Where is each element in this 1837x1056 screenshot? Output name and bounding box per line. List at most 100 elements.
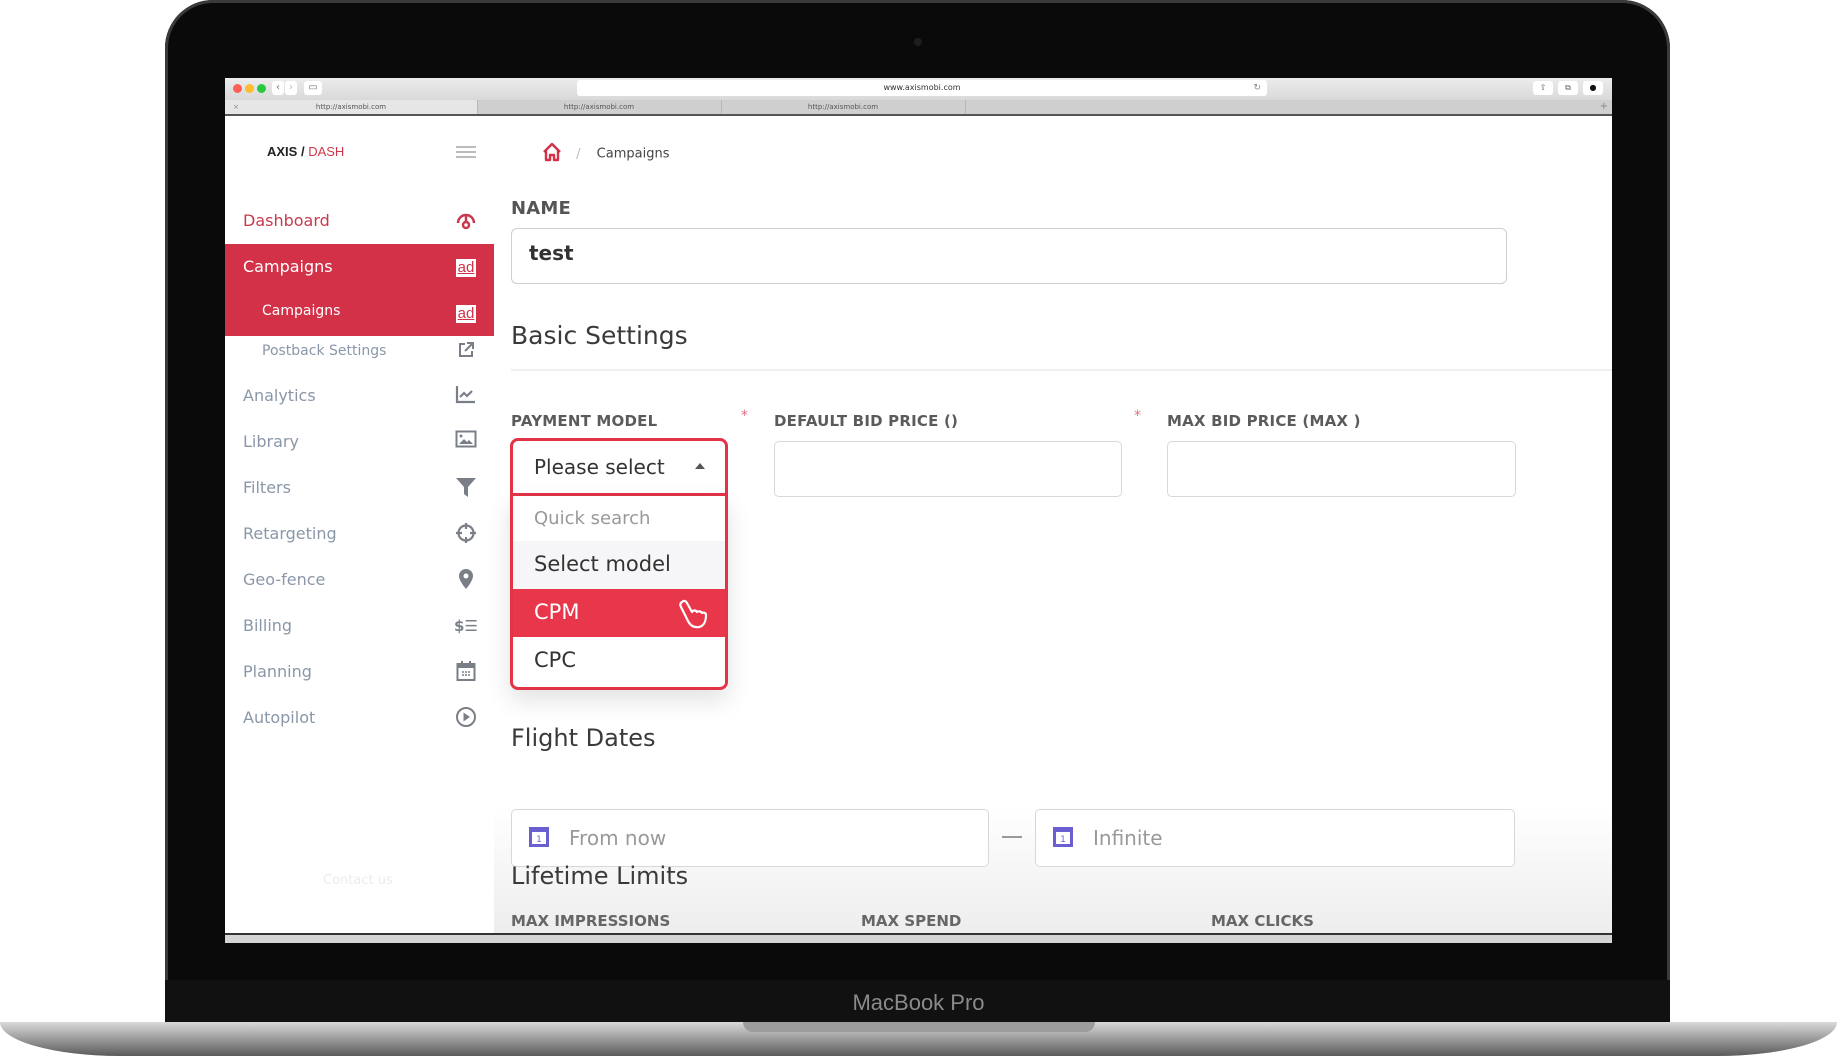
breadcrumb-separator: / (576, 146, 581, 162)
reload-icon[interactable]: ↻ (1253, 80, 1261, 96)
chart-line-icon (454, 384, 478, 408)
group-header-label: Select model (534, 552, 671, 576)
crosshair-icon (454, 522, 478, 546)
lifetime-limits-heading: Lifetime Limits (511, 862, 689, 890)
tabs-overview-icon[interactable]: ⧉ (1558, 81, 1578, 95)
calendar-icon: 1 (529, 827, 549, 847)
sidebar-item-label: Dashboard (243, 211, 330, 230)
dashboard-gauge-icon (454, 209, 478, 233)
sidebar: AXIS / DASH Dashboard Campaigns ad Campa… (225, 116, 494, 943)
sidebar-item-planning[interactable]: Planning (225, 649, 494, 695)
close-window-button[interactable] (233, 84, 242, 93)
sidebar-item-billing[interactable]: Billing $☰ (225, 603, 494, 649)
default-bid-price-label: DEFAULT BID PRICE () (774, 412, 959, 430)
screen: ‹ › ▭ www.axismobi.com ↻ ⇧ ⧉ ● × http://… (225, 78, 1612, 943)
sidebar-item-geo-fence[interactable]: Geo-fence (225, 557, 494, 603)
sidebar-item-label: Planning (243, 662, 312, 681)
sidebar-item-label: Postback Settings (262, 343, 387, 359)
sidebar-item-retargeting[interactable]: Retargeting (225, 511, 494, 557)
minimize-window-button[interactable] (245, 84, 254, 93)
dropdown-option-cpc[interactable]: CPC (513, 637, 725, 685)
logo-axis: AXIS / (267, 144, 309, 159)
tab-label: http://axismobi.com (807, 103, 879, 111)
url-text: www.axismobi.com (883, 83, 961, 92)
main-content: / Campaigns NAME test Basic Settings PAY… (494, 116, 1612, 943)
menu-toggle-icon[interactable] (456, 146, 476, 161)
sidebar-item-label: Campaigns (262, 303, 341, 319)
forward-button[interactable]: › (285, 81, 297, 95)
end-date-placeholder: Infinite (1093, 826, 1163, 850)
tab-label: http://axismobi.com (563, 103, 635, 111)
sidebar-item-autopilot[interactable]: Autopilot (225, 695, 494, 741)
home-icon[interactable] (542, 142, 562, 166)
logo-dash: DASH (308, 144, 345, 159)
new-tab-button[interactable]: + (1600, 100, 1608, 114)
sidebar-item-analytics[interactable]: Analytics (225, 373, 494, 419)
max-bid-price-label: MAX BID PRICE (MAX ) (1167, 412, 1361, 430)
ad-icon: ad (454, 301, 478, 325)
ad-icon: ad (454, 255, 478, 279)
billing-icon: $☰ (454, 617, 478, 635)
hand-pointer-icon (679, 599, 708, 629)
sidebar-item-label: Campaigns (243, 257, 333, 276)
play-circle-icon (454, 706, 478, 730)
payment-model-dropdown: Quick search Select model CPM CPC (510, 496, 728, 690)
basic-settings-heading: Basic Settings (511, 321, 688, 350)
max-clicks-label: MAX CLICKS (1211, 912, 1314, 930)
sidebar-item-campaigns[interactable]: Campaigns ad (225, 244, 494, 290)
default-bid-price-input[interactable] (774, 441, 1122, 497)
tab-close-icon[interactable]: × (233, 100, 239, 114)
option-label: CPM (534, 600, 580, 624)
dropdown-option-cpm[interactable]: CPM (513, 589, 725, 637)
end-date-input[interactable]: 1 Infinite (1035, 809, 1515, 867)
browser-toolbar: ‹ › ▭ www.axismobi.com ↻ ⇧ ⧉ ● (225, 78, 1612, 101)
quick-search-input[interactable]: Quick search (513, 496, 725, 541)
select-value: Please select (534, 455, 665, 479)
sidebar-item-label: Billing (243, 616, 293, 635)
share-icon[interactable]: ⇧ (1533, 81, 1553, 95)
max-bid-price-input[interactable] (1167, 441, 1516, 497)
required-mark: * (741, 408, 748, 424)
calendar-icon (454, 660, 478, 684)
date-range-separator (1002, 836, 1022, 838)
max-spend-label: MAX SPEND (861, 912, 962, 930)
map-pin-icon (454, 568, 478, 592)
breadcrumb-current: Campaigns (596, 146, 670, 162)
zoom-window-button[interactable] (257, 84, 266, 93)
browser-tab[interactable]: http://axismobi.com (477, 100, 722, 114)
device-label: MacBook Pro (852, 990, 985, 1015)
name-input[interactable]: test (511, 228, 1507, 284)
dropdown-group-header: Select model (513, 541, 725, 589)
sidebar-item-label: Geo-fence (243, 570, 326, 589)
sidebar-item-dashboard[interactable]: Dashboard (225, 198, 494, 244)
option-label: CPC (534, 648, 576, 672)
image-icon (454, 430, 478, 454)
tab-bar: × http://axismobi.com http://axismobi.co… (225, 100, 1612, 116)
sidebar-subitem-postback-settings[interactable]: Postback Settings (225, 330, 494, 376)
sidebar-item-label: Filters (243, 478, 291, 497)
svg-text:1: 1 (536, 835, 542, 845)
svg-text:1: 1 (1060, 835, 1066, 845)
payment-model-select[interactable]: Please select (510, 438, 728, 496)
calendar-icon: 1 (1053, 827, 1073, 847)
sidebar-item-library[interactable]: Library (225, 419, 494, 465)
caret-up-icon (695, 463, 705, 469)
start-date-input[interactable]: 1 From now (511, 809, 989, 867)
name-label: NAME (511, 198, 572, 219)
app-logo[interactable]: AXIS / DASH (267, 144, 344, 159)
address-bar[interactable]: www.axismobi.com ↻ (577, 80, 1267, 96)
sidebar-item-label: Library (243, 432, 299, 451)
payment-model-label: PAYMENT MODEL (511, 412, 658, 430)
browser-tab[interactable]: http://axismobi.com (721, 100, 966, 114)
breadcrumb: / Campaigns (542, 142, 669, 166)
sidebar-toggle-icon[interactable]: ▭ (304, 81, 322, 95)
ad-badge: ad (455, 259, 477, 277)
browser-tab[interactable]: × http://axismobi.com (225, 100, 478, 114)
contact-us-link[interactable]: Contact us (323, 873, 393, 888)
camera (914, 38, 922, 46)
search-placeholder: Quick search (534, 508, 651, 529)
back-button[interactable]: ‹ (272, 81, 284, 95)
sidebar-item-filters[interactable]: Filters (225, 465, 494, 511)
max-impressions-label: MAX IMPRESSIONS (511, 912, 671, 930)
extension-icon[interactable]: ● (1583, 81, 1603, 95)
